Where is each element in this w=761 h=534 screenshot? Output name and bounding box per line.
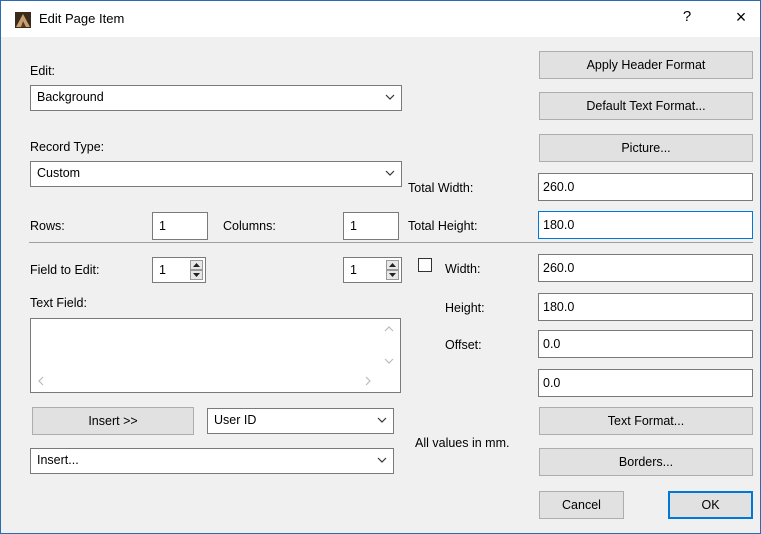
borders-button[interactable]: Borders... [539,448,753,476]
spin-up-icon[interactable] [190,260,203,270]
field-to-edit-value: 1 [159,263,166,277]
ok-button[interactable]: OK [668,491,753,519]
insert-button[interactable]: Insert >> [32,407,194,435]
text-field-textarea[interactable] [30,318,401,393]
column-spinner[interactable]: 1 [343,257,402,283]
total-width-input[interactable]: 260.0 [538,173,753,201]
spin-buttons [386,260,399,280]
help-button[interactable]: ? [679,8,695,25]
columns-label: Columns: [223,219,276,233]
total-height-label: Total Height: [408,219,478,233]
column-spinner-value: 1 [350,263,357,277]
total-height-input[interactable]: 180.0 [538,211,753,239]
width-value: 260.0 [543,261,575,275]
window-title: Edit Page Item [39,11,125,26]
cancel-button[interactable]: Cancel [539,491,624,519]
width-checkbox[interactable] [418,258,432,272]
insert-type-value: User ID [214,413,257,427]
record-type-label: Record Type: [30,140,105,154]
total-width-value: 260.0 [543,180,575,194]
edit-dropdown[interactable]: Background [30,85,402,111]
edit-label: Edit: [30,64,56,78]
chevron-down-icon [385,170,395,176]
field-to-edit-label: Field to Edit: [30,263,100,277]
total-width-label: Total Width: [408,181,474,195]
scroll-down-icon[interactable] [384,357,394,365]
scroll-left-icon[interactable] [37,376,45,386]
offset-label: Offset: [445,338,482,352]
spin-down-icon[interactable] [386,270,399,280]
width-input[interactable]: 260.0 [538,254,753,282]
apply-header-format-button[interactable]: Apply Header Format [539,51,753,79]
title-bar: Edit Page Item ? × [1,1,760,37]
insert-dropdown-value: Insert... [37,453,79,467]
height-label: Height: [445,301,485,315]
offset-x-value: 0.0 [543,337,561,351]
spin-up-icon[interactable] [386,260,399,270]
chevron-down-icon [385,94,395,100]
text-format-button[interactable]: Text Format... [539,407,753,435]
picture-button[interactable]: Picture... [539,134,753,162]
record-type-value: Custom [37,166,81,180]
scroll-up-icon[interactable] [384,325,394,333]
spin-buttons [190,260,203,280]
record-type-dropdown[interactable]: Custom [30,161,402,187]
default-text-format-button[interactable]: Default Text Format... [539,92,753,120]
height-input[interactable]: 180.0 [538,293,753,321]
total-height-value: 180.0 [543,218,575,232]
offset-x-input[interactable]: 0.0 [538,330,753,358]
units-note: All values in mm. [415,436,510,450]
width-label: Width: [445,262,481,276]
chevron-down-icon [377,457,387,463]
chevron-down-icon [377,417,387,423]
scroll-right-icon[interactable] [364,376,372,386]
offset-y-input[interactable]: 0.0 [538,369,753,397]
insert-dropdown[interactable]: Insert... [30,448,394,474]
edit-page-item-dialog: Edit Page Item ? × Edit: Background Reco… [0,0,761,534]
edit-dropdown-value: Background [37,90,104,104]
offset-y-value: 0.0 [543,376,561,390]
text-field-label: Text Field: [30,296,87,310]
field-to-edit-spinner[interactable]: 1 [152,257,206,283]
spin-down-icon[interactable] [190,270,203,280]
rows-value: 1 [159,219,166,233]
app-icon [15,12,31,28]
insert-type-dropdown[interactable]: User ID [207,408,394,434]
close-button[interactable]: × [730,7,752,27]
columns-input[interactable]: 1 [343,212,399,240]
height-value: 180.0 [543,300,575,314]
divider [29,242,753,243]
rows-input[interactable]: 1 [152,212,208,240]
rows-label: Rows: [30,219,65,233]
columns-value: 1 [350,219,357,233]
